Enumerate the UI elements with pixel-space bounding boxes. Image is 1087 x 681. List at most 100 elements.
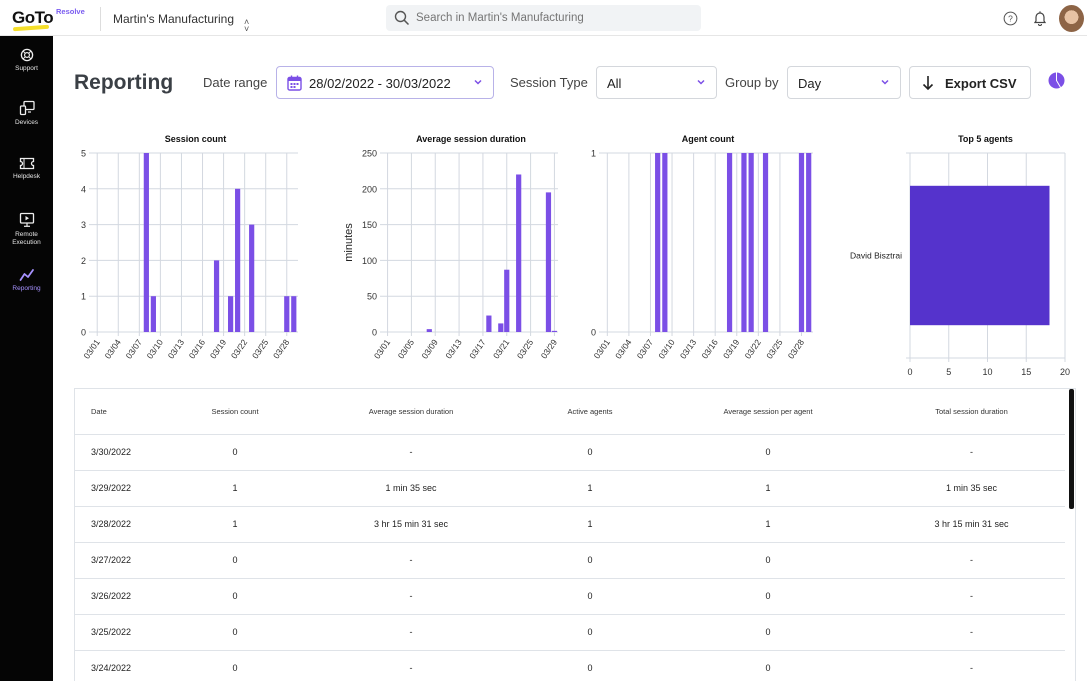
chevron-down-icon xyxy=(881,79,889,85)
bar xyxy=(741,153,747,332)
table-cell: 0 xyxy=(522,434,658,471)
goto-resolve-logo[interactable]: GoTo Resolve xyxy=(12,6,92,32)
bar xyxy=(498,323,504,332)
x-tick-label: 03/25 xyxy=(250,337,271,360)
bar xyxy=(662,153,668,332)
bar xyxy=(150,296,156,332)
column-header[interactable]: Total session duration xyxy=(878,389,1065,435)
agent-count-chart: Agent count0103/01 03/04 03/07 03/10 03/13 03… xyxy=(591,134,813,361)
calendar-icon xyxy=(287,75,302,91)
sidebar-item-label: Devices xyxy=(14,119,39,126)
date-range-picker[interactable]: 28/02/2022 - 30/03/2022 xyxy=(276,66,494,99)
column-header[interactable]: Date xyxy=(75,389,170,435)
search-input[interactable] xyxy=(416,5,696,31)
x-tick-label: 03/09 xyxy=(419,337,440,360)
pie-chart-icon[interactable] xyxy=(1048,72,1065,89)
bar xyxy=(551,330,558,332)
top-bar: GoTo Resolve Martin's Manufacturing ˄˅ ? xyxy=(0,0,1087,36)
organization-name[interactable]: Martin's Manufacturing xyxy=(113,12,234,26)
session-count-chart: Session count01234503/01 03/04 03/07 03/10 0… xyxy=(81,134,298,361)
table-cell: 1 xyxy=(170,470,300,507)
monitor-play-icon xyxy=(19,212,34,227)
x-tick-label: 03/29 xyxy=(539,337,560,360)
x-tick-label: 03/04 xyxy=(613,337,634,360)
x-tick-label: 03/07 xyxy=(124,337,145,360)
bar xyxy=(806,153,812,332)
table-cell: 0 xyxy=(170,614,300,651)
label-line-1: Remote xyxy=(15,231,38,238)
bell-icon[interactable] xyxy=(1033,10,1047,26)
table-cell: 1 xyxy=(522,506,658,543)
y-axis-label: minutes xyxy=(343,223,355,262)
x-tick-label: 0 xyxy=(907,367,912,377)
table-cell: - xyxy=(878,434,1065,471)
org-switcher-chevron-icon[interactable]: ˄ ˅ xyxy=(244,18,249,34)
table-cell: 3/24/2022 xyxy=(75,650,170,681)
table-cell: 0 xyxy=(522,614,658,651)
y-category-label: David Bisztrai xyxy=(850,251,902,261)
bar xyxy=(545,192,552,332)
divider xyxy=(100,7,101,31)
column-header[interactable]: Session count xyxy=(170,389,300,435)
bar xyxy=(762,153,769,332)
table-row: 3/28/2022 1 3 hr 15 min 31 sec 1 1 3 hr 15 mi… xyxy=(75,506,1065,543)
table-cell: 0 xyxy=(170,650,300,681)
table-body: 3/30/2022 0-0 0-3/29/2022 1 1 min 35 sec 1 1 1 … xyxy=(75,434,1065,681)
x-tick-label: 03/01 xyxy=(372,337,393,360)
table-row: 3/24/2022 0-0 0- xyxy=(75,650,1065,681)
sidebar-item-helpdesk[interactable]: Helpdesk xyxy=(0,157,53,205)
session-type-value: All xyxy=(607,76,622,91)
bar xyxy=(426,329,432,332)
search-box[interactable] xyxy=(386,5,701,31)
x-tick-label: 03/28 xyxy=(271,337,292,360)
table-cell: - xyxy=(878,650,1065,681)
x-tick-label: 03/01 xyxy=(81,337,102,360)
bar xyxy=(228,296,234,332)
y-tick-label: 4 xyxy=(81,184,86,194)
table-cell: 3/25/2022 xyxy=(75,614,170,651)
sidebar-item-devices[interactable]: Devices xyxy=(0,100,53,148)
bar xyxy=(726,153,733,332)
sidebar-item-label: Reporting xyxy=(12,285,41,292)
session-type-select[interactable]: All xyxy=(596,66,717,99)
x-tick-label: 03/13 xyxy=(166,337,187,360)
export-csv-button[interactable]: Export CSV xyxy=(909,66,1031,99)
table-cell: - xyxy=(300,578,522,615)
sidebar-item-remote-execution[interactable]: Remote Execution xyxy=(0,212,53,260)
table-cell: 0 xyxy=(522,542,658,579)
table-cell: - xyxy=(878,614,1065,651)
group-by-select[interactable]: Day xyxy=(787,66,901,99)
column-header[interactable]: Average session duration xyxy=(300,389,522,435)
help-icon[interactable]: ? xyxy=(1003,11,1018,26)
table-cell: 0 xyxy=(170,578,300,615)
bar xyxy=(910,185,1050,326)
y-tick-label: 0 xyxy=(81,328,86,338)
sidebar-item-label: Remote Execution xyxy=(0,231,53,247)
user-avatar[interactable] xyxy=(1059,5,1084,32)
lifebuoy-icon xyxy=(20,48,33,62)
bar xyxy=(291,296,297,332)
sidebar-item-reporting[interactable]: Reporting xyxy=(0,268,53,316)
table-cell: 1 xyxy=(170,506,300,543)
sidebar-item-support[interactable]: Support xyxy=(0,48,53,96)
table-cell: 3/29/2022 xyxy=(75,470,170,507)
table-row: 3/26/2022 0-0 0- xyxy=(75,578,1065,615)
y-tick-label: 3 xyxy=(81,220,86,230)
table-cell: 1 xyxy=(658,470,878,507)
page-title: Reporting xyxy=(74,71,174,94)
y-tick-label: 0 xyxy=(372,328,377,338)
column-header[interactable]: Active agents xyxy=(522,389,658,435)
y-tick-label: 2 xyxy=(81,256,86,266)
bar xyxy=(213,260,220,332)
x-tick-label: 03/13 xyxy=(443,337,464,360)
bar xyxy=(249,224,255,332)
column-header[interactable]: Average session per agent xyxy=(658,389,878,435)
x-tick-label: 03/22 xyxy=(743,337,764,360)
chart-title: Session count xyxy=(165,134,227,144)
table-scrollbar[interactable] xyxy=(1069,389,1074,509)
table-cell: - xyxy=(300,614,522,651)
y-tick-label: 100 xyxy=(362,256,377,266)
table-cell: 3/27/2022 xyxy=(75,542,170,579)
table-cell: 0 xyxy=(658,434,878,471)
y-tick-label: 5 xyxy=(81,149,86,159)
